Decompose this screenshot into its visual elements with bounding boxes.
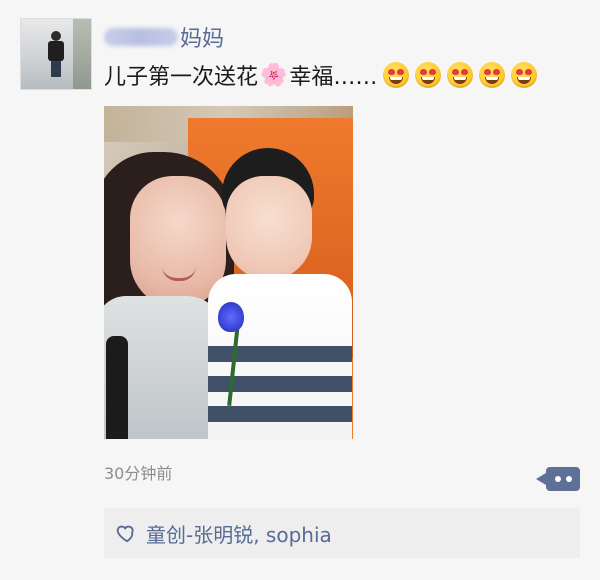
author-name-suffix[interactable]: 妈妈	[180, 21, 224, 53]
photo-bag-strap	[106, 336, 128, 439]
post-text-part-1: 儿子第一次送花	[104, 65, 259, 90]
avatar-kid-figure	[45, 31, 67, 77]
heart-outline-icon	[116, 525, 134, 543]
heart-eyes-emoji	[415, 62, 442, 88]
photo-flower-head	[218, 302, 244, 332]
heart-eyes-emoji	[479, 62, 506, 88]
avatar-kid-body	[48, 41, 64, 61]
avatar-background-tree	[73, 19, 91, 89]
author-name-blurred	[104, 28, 178, 46]
author-avatar[interactable]	[20, 18, 92, 90]
post-timestamp: 30分钟前	[104, 464, 173, 483]
photo-shirt-stripe	[208, 346, 352, 362]
likes-names[interactable]: 童创-张明锐, sophia	[146, 519, 332, 548]
avatar-kid-legs	[51, 61, 61, 77]
post-text-part-2: 幸福……	[289, 65, 378, 90]
photo-child-face	[226, 176, 312, 280]
more-dot-icon	[565, 476, 572, 482]
heart-eyes-emoji	[383, 62, 410, 88]
emoji-reactions	[383, 62, 538, 88]
heart-eyes-emoji	[447, 62, 474, 88]
heart-eyes-emoji	[511, 62, 538, 88]
post-photo[interactable]	[104, 106, 353, 439]
photo-shirt-stripe	[208, 406, 352, 422]
post-text: 儿子第一次送花 🌸 幸福……	[104, 60, 538, 90]
cherry-blossom-emoji: 🌸	[260, 62, 288, 88]
author-name-row[interactable]: 妈妈	[104, 22, 224, 52]
likes-bar: 童创-张明锐, sophia	[104, 508, 580, 558]
moments-post-card: 妈妈 儿子第一次送花 🌸 幸福…… 30分钟前 童创-张明锐, sophia	[0, 0, 600, 580]
more-options-button[interactable]	[536, 467, 580, 491]
more-dot-icon	[554, 476, 561, 482]
avatar-kid-head	[51, 31, 61, 41]
